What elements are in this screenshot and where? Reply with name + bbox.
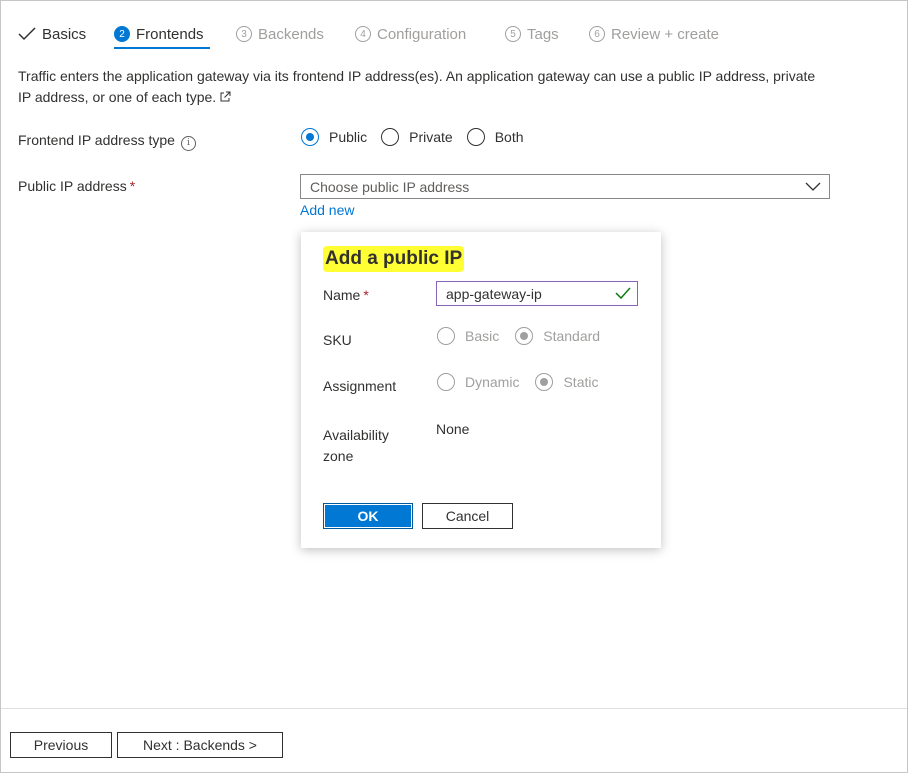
radio-button[interactable] — [437, 373, 455, 391]
step-number: 4 — [355, 26, 371, 42]
description-text: Traffic enters the application gateway v… — [18, 68, 816, 105]
ok-button[interactable]: OK — [323, 503, 413, 529]
radio-label: Private — [409, 129, 453, 145]
name-input[interactable]: app-gateway-ip — [436, 281, 638, 306]
required-marker: * — [129, 178, 136, 194]
radio-button[interactable] — [301, 128, 319, 146]
radio-assignment-static[interactable]: Static — [535, 373, 598, 391]
callout-title: Add a public IP — [323, 246, 465, 272]
radio-sku-basic[interactable]: Basic — [437, 327, 499, 345]
step-number: 2 — [114, 26, 130, 42]
tab-label: Frontends — [136, 25, 204, 43]
add-public-ip-callout: Add a public IP Name * app-gateway-ip SKU… — [301, 232, 661, 548]
radio-sku-standard[interactable]: Standard — [515, 327, 600, 345]
add-new-link[interactable]: Add new — [300, 202, 354, 218]
dropdown-placeholder: Choose public IP address — [310, 178, 470, 195]
radio-label: Basic — [465, 328, 500, 344]
radio-label: Static — [563, 374, 599, 390]
radio-private[interactable]: Private — [381, 128, 453, 146]
tab-review-create[interactable]: 6 Review + create — [589, 20, 719, 48]
radio-button[interactable] — [535, 373, 554, 391]
tab-label: Tags — [527, 25, 559, 43]
tab-basics[interactable]: Basics — [18, 20, 86, 48]
radio-button[interactable] — [466, 128, 485, 146]
name-label: Name * — [323, 287, 369, 303]
assignment-label: Assignment — [323, 378, 397, 394]
tab-backends[interactable]: 3 Backends — [236, 20, 324, 48]
radio-label: Both — [494, 129, 524, 145]
next-backends-button[interactable]: Next : Backends > — [117, 732, 283, 758]
availability-zone-label: Availability zone — [323, 427, 389, 464]
step-number: 3 — [236, 26, 252, 42]
tab-frontends[interactable]: 2 Frontends — [114, 20, 204, 48]
tab-label: Configuration — [377, 25, 467, 43]
availability-zone-value: None — [436, 421, 470, 437]
footer-divider — [1, 708, 907, 709]
previous-button[interactable]: Previous — [10, 732, 112, 758]
public-ip-label: Public IP address * — [18, 178, 136, 194]
valid-check-icon — [615, 287, 631, 300]
tab-label: Backends — [258, 25, 324, 43]
radio-both[interactable]: Both — [466, 128, 524, 146]
frontend-ip-type-label: Frontend IP address type i — [18, 132, 196, 151]
description: Traffic enters the application gateway v… — [18, 66, 818, 108]
radio-label: Standard — [543, 328, 601, 344]
frontend-ip-type-radio-group: Public Private Both — [301, 128, 534, 146]
required-marker: * — [363, 287, 369, 303]
tab-tags[interactable]: 5 Tags — [505, 20, 559, 48]
tab-label: Basics — [42, 25, 87, 43]
cancel-button[interactable]: Cancel — [422, 503, 513, 529]
radio-label: Public — [329, 129, 368, 145]
checkmark-icon — [18, 27, 36, 41]
assignment-radio-group: Dynamic Static — [437, 373, 608, 391]
radio-button[interactable] — [515, 327, 534, 345]
radio-public[interactable]: Public — [301, 128, 367, 146]
info-icon[interactable]: i — [180, 136, 196, 151]
step-number: 5 — [505, 26, 521, 42]
external-link-icon[interactable] — [219, 91, 231, 103]
radio-assignment-dynamic[interactable]: Dynamic — [437, 373, 519, 391]
public-ip-dropdown[interactable]: Choose public IP address — [300, 174, 830, 199]
radio-button[interactable] — [381, 128, 400, 146]
name-input-value: app-gateway-ip — [446, 285, 542, 302]
chevron-down-icon — [805, 182, 821, 191]
sku-label: SKU — [323, 332, 352, 348]
tab-label: Review + create — [611, 25, 719, 43]
radio-button[interactable] — [437, 327, 455, 345]
active-tab-underline — [114, 47, 210, 49]
sku-radio-group: Basic Standard — [437, 327, 610, 345]
tab-configuration[interactable]: 4 Configuration — [355, 20, 466, 48]
radio-label: Dynamic — [465, 374, 520, 390]
step-number: 6 — [589, 26, 605, 42]
